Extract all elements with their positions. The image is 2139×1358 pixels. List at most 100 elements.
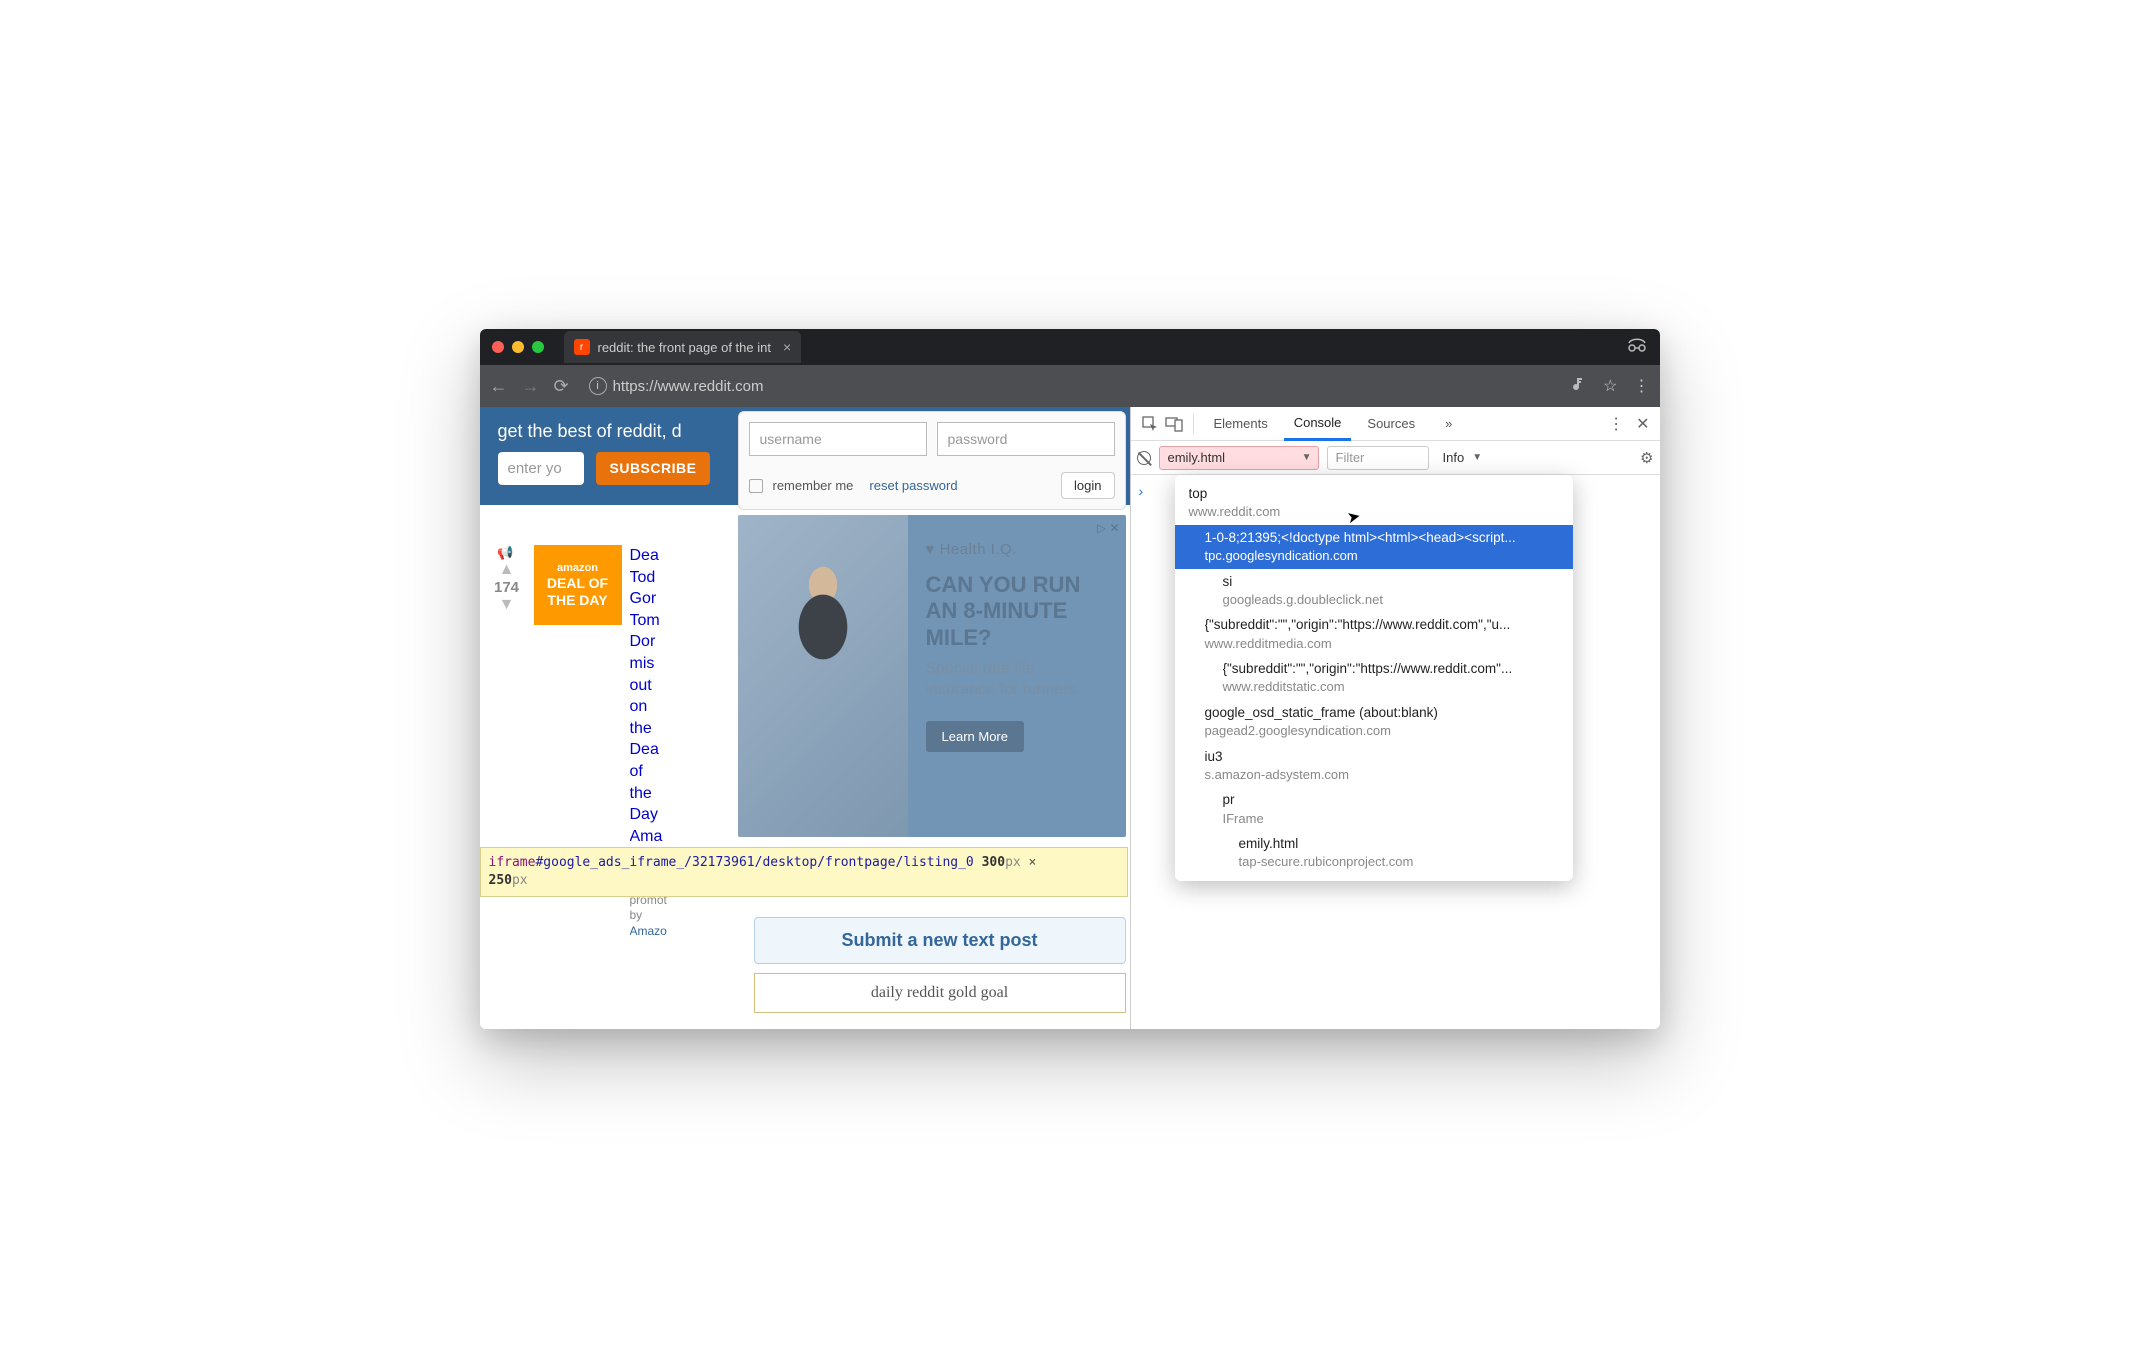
filter-input[interactable]: Filter bbox=[1327, 446, 1429, 470]
context-frame-item[interactable]: prIFrame bbox=[1175, 787, 1573, 831]
page-viewport: get the best of reddit, d enter yo SUBSC… bbox=[480, 407, 1130, 1029]
console-toolbar: emily.html Filter Info ⚙ bbox=[1131, 441, 1660, 475]
login-panel: username password remember me reset pass… bbox=[738, 411, 1126, 510]
post-score: 174 bbox=[488, 579, 526, 596]
forward-icon[interactable]: → bbox=[522, 376, 540, 397]
site-info-icon[interactable]: i bbox=[589, 377, 607, 395]
clear-console-icon[interactable] bbox=[1137, 451, 1151, 465]
post-title-fragment: on bbox=[630, 696, 674, 718]
console-settings-icon[interactable]: ⚙ bbox=[1640, 449, 1653, 467]
context-frame-item[interactable]: topwww.reddit.com bbox=[1175, 481, 1573, 525]
post-title-fragment: Dea bbox=[630, 739, 674, 761]
context-frame-title: {"subreddit":"","origin":"https://www.re… bbox=[1205, 616, 1559, 634]
post-title-fragment: Tod bbox=[630, 567, 674, 589]
maximize-window-button[interactable] bbox=[532, 341, 544, 353]
context-frame-domain: www.reddit.com bbox=[1189, 503, 1559, 521]
post-title-fragment: the bbox=[630, 783, 674, 805]
context-frame-item[interactable]: emily.htmltap-secure.rubiconproject.com bbox=[1175, 831, 1573, 875]
favicon-icon: r bbox=[574, 339, 590, 355]
context-frame-domain: s.amazon-adsystem.com bbox=[1205, 766, 1559, 784]
ad-image bbox=[748, 557, 898, 837]
window-controls bbox=[492, 341, 544, 353]
inspect-element-icon[interactable] bbox=[1141, 415, 1159, 433]
browser-window: r reddit: the front page of the int × ← … bbox=[480, 329, 1660, 1029]
password-field[interactable]: password bbox=[937, 422, 1115, 456]
address-bar: ← → ⟳ i https://www.reddit.com ☆ ⋮ bbox=[480, 365, 1660, 407]
context-frame-domain: IFrame bbox=[1223, 810, 1559, 828]
post-title-fragment: Day bbox=[630, 804, 674, 826]
context-frame-title: emily.html bbox=[1239, 835, 1559, 853]
devtools-panel: Elements Console Sources » ⋮ ✕ emily.htm… bbox=[1130, 407, 1660, 1029]
tabs-overflow-icon[interactable]: » bbox=[1435, 407, 1462, 441]
ad-logo: ♥ Health I.Q. bbox=[926, 541, 1108, 558]
context-frame-domain: tap-secure.rubiconproject.com bbox=[1239, 853, 1559, 871]
titlebar: r reddit: the front page of the int × bbox=[480, 329, 1660, 365]
context-frame-domain: www.redditstatic.com bbox=[1223, 678, 1559, 696]
context-frame-domain: pagead2.googlesyndication.com bbox=[1205, 722, 1559, 740]
context-selector[interactable]: emily.html bbox=[1159, 446, 1319, 470]
console-body: › topwww.reddit.com1-0-8;21395;<!doctype… bbox=[1131, 475, 1660, 1029]
close-window-button[interactable] bbox=[492, 341, 504, 353]
browser-tab[interactable]: r reddit: the front page of the int × bbox=[564, 331, 802, 363]
context-frame-item[interactable]: iu3s.amazon-adsystem.com bbox=[1175, 744, 1573, 788]
post-title-fragment: Tom bbox=[630, 610, 674, 632]
post-title-fragment: mis bbox=[630, 653, 674, 675]
tab-sources[interactable]: Sources bbox=[1357, 407, 1425, 441]
tab-elements[interactable]: Elements bbox=[1204, 407, 1278, 441]
post-thumbnail[interactable]: amazon DEAL OF THE DAY bbox=[534, 545, 622, 625]
ad-cta-button[interactable]: Learn More bbox=[926, 721, 1024, 752]
gold-goal-box: daily reddit gold goal bbox=[754, 973, 1126, 1013]
chrome-menu-icon[interactable]: ⋮ bbox=[1634, 376, 1650, 397]
post-title-fragment: Ama bbox=[630, 826, 674, 848]
reload-icon[interactable]: ⟳ bbox=[554, 376, 569, 397]
key-icon[interactable] bbox=[1571, 376, 1587, 397]
device-toolbar-icon[interactable] bbox=[1165, 415, 1183, 433]
content-area: get the best of reddit, d enter yo SUBSC… bbox=[480, 407, 1660, 1029]
post-title-fragment: the bbox=[630, 718, 674, 740]
tab-close-icon[interactable]: × bbox=[783, 339, 791, 355]
context-frame-item[interactable]: google_osd_static_frame (about:blank)pag… bbox=[1175, 700, 1573, 744]
context-frame-title: si bbox=[1223, 573, 1559, 591]
ad-headline: CAN YOU RUN AN 8-MINUTE MILE? bbox=[926, 572, 1108, 651]
post-title-fragment: of bbox=[630, 761, 674, 783]
context-frame-item[interactable]: sigoogleads.g.doubleclick.net bbox=[1175, 569, 1573, 613]
context-frame-title: top bbox=[1189, 485, 1559, 503]
devtools-tab-bar: Elements Console Sources » ⋮ ✕ bbox=[1131, 407, 1660, 441]
context-frame-domain: tpc.googlesyndication.com bbox=[1205, 547, 1559, 565]
context-frame-item[interactable]: {"subreddit":"","origin":"https://www.re… bbox=[1175, 656, 1573, 700]
promoted-icon: 📢 bbox=[497, 545, 513, 560]
remember-me-checkbox[interactable] bbox=[749, 479, 763, 493]
context-frame-item[interactable]: {"subreddit":"","origin":"https://www.re… bbox=[1175, 612, 1573, 656]
bookmark-star-icon[interactable]: ☆ bbox=[1603, 376, 1617, 397]
log-level-select[interactable]: Info bbox=[1437, 446, 1485, 470]
adchoices-icon[interactable]: ▷ ✕ bbox=[1097, 521, 1120, 535]
context-frame-title: pr bbox=[1223, 791, 1559, 809]
ad-subtext: Special rate life insurance for runners bbox=[926, 659, 1108, 701]
url-field[interactable]: i https://www.reddit.com bbox=[581, 372, 1560, 400]
reset-password-link[interactable]: reset password bbox=[869, 478, 957, 493]
subscribe-button[interactable]: SUBSCRIBE bbox=[596, 452, 711, 485]
downvote-icon[interactable]: ▼ bbox=[488, 596, 526, 614]
post-title-fragment: out bbox=[630, 675, 674, 697]
back-icon[interactable]: ← bbox=[490, 376, 508, 397]
post-title-fragment: Gor bbox=[630, 588, 674, 610]
submit-text-post-button[interactable]: Submit a new text post bbox=[754, 917, 1126, 964]
remember-me-label: remember me bbox=[773, 478, 854, 493]
context-frame-title: iu3 bbox=[1205, 748, 1559, 766]
email-input[interactable]: enter yo bbox=[498, 452, 584, 485]
minimize-window-button[interactable] bbox=[512, 341, 524, 353]
post-title-fragment: Dor bbox=[630, 631, 674, 653]
upvote-icon[interactable]: ▲ bbox=[488, 561, 526, 579]
ad-iframe-highlight: ▷ ✕ ♥ Health I.Q. CAN YOU RUN AN 8-MINUT… bbox=[738, 515, 1126, 837]
login-button[interactable]: login bbox=[1061, 472, 1114, 499]
post-title-fragment: Dea bbox=[630, 545, 674, 567]
context-frame-title: 1-0-8;21395;<!doctype html><html><head><… bbox=[1205, 529, 1559, 547]
context-frame-title: {"subreddit":"","origin":"https://www.re… bbox=[1223, 660, 1559, 678]
devtools-menu-icon[interactable]: ⋮ bbox=[1608, 414, 1624, 434]
tab-console[interactable]: Console bbox=[1284, 407, 1352, 441]
devtools-close-icon[interactable]: ✕ bbox=[1636, 414, 1649, 434]
username-field[interactable]: username bbox=[749, 422, 927, 456]
context-frame-item[interactable]: 1-0-8;21395;<!doctype html><html><head><… bbox=[1175, 525, 1573, 569]
url-text: https://www.reddit.com bbox=[613, 378, 764, 395]
tab-title: reddit: the front page of the int bbox=[598, 340, 771, 355]
